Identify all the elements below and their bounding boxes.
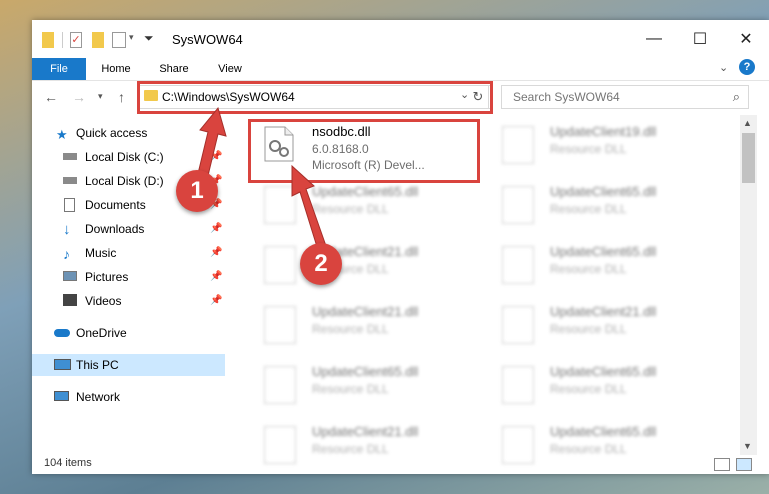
step-badge-2: 2 xyxy=(300,243,342,285)
arrow-2 xyxy=(291,164,327,251)
annotation-arrows xyxy=(195,106,327,251)
step-badge-1: 1 xyxy=(176,170,218,212)
